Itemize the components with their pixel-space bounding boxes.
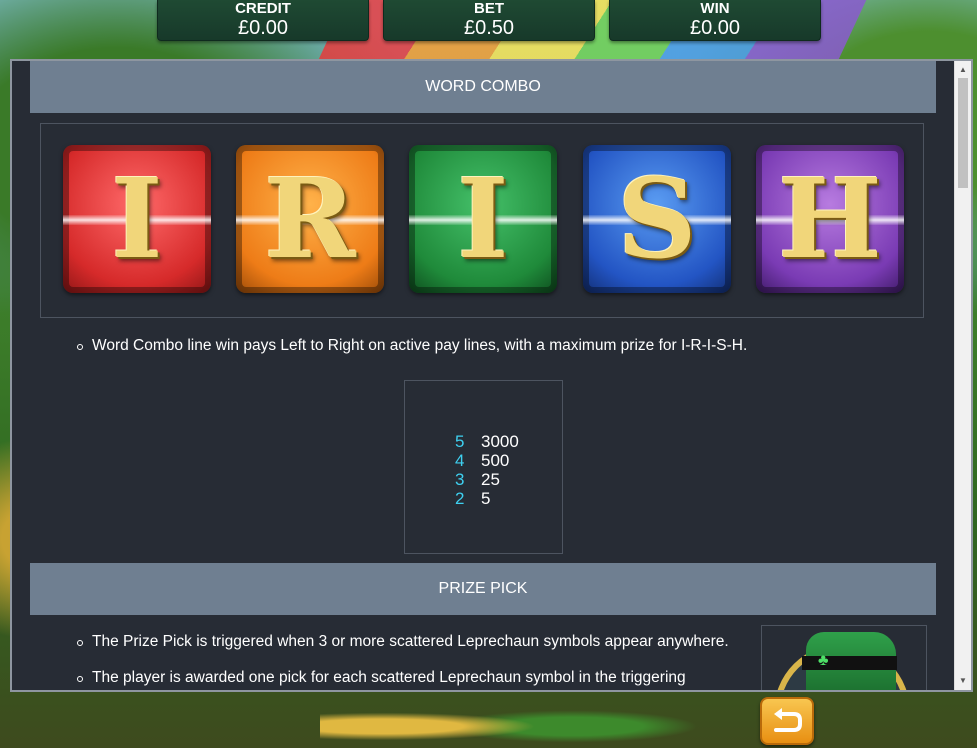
prize-pick-header: PRIZE PICK [30, 563, 936, 615]
paytable-row: 4 500 [455, 451, 509, 470]
credit-value: £0.00 [237, 17, 289, 39]
back-button[interactable] [760, 697, 814, 745]
word-combo-header: WORD COMBO [30, 61, 936, 113]
scroll-up-arrow-icon[interactable]: ▲ [955, 63, 971, 77]
win-display: WIN £0.00 [609, 0, 821, 41]
paytable-amount: 3000 [481, 432, 519, 451]
prize-pick-bullet: The player is awarded one pick for each … [77, 667, 762, 689]
return-arrow-icon [774, 708, 802, 732]
word-combo-text: Word Combo line win pays Left to Right o… [92, 337, 748, 354]
tile-letter: H [778, 154, 882, 283]
scroll-down-arrow-icon[interactable]: ▼ [955, 674, 971, 688]
win-label: WIN [700, 0, 730, 17]
tile-h-purple: H [756, 145, 904, 293]
paytable-amount: 500 [481, 451, 510, 470]
tile-s-blue: S [583, 145, 731, 293]
bet-label: BET [474, 0, 504, 17]
word-combo-description: Word Combo line win pays Left to Right o… [77, 335, 912, 357]
irish-tiles: I R I S H [40, 123, 924, 318]
gold-coins-decoration [320, 694, 740, 748]
bet-display: BET £0.50 [383, 0, 595, 41]
bullet-icon [77, 344, 83, 350]
credit-label: CREDIT [235, 0, 291, 17]
paytable-amount: 5 [481, 489, 491, 508]
paytable-row: 3 25 [455, 470, 500, 489]
word-combo-paytable: 5 3000 4 500 3 25 25 [404, 380, 563, 554]
prize-pick-bullet: The Prize Pick is triggered when 3 or mo… [77, 631, 762, 653]
paytable-row: 25 [455, 489, 490, 508]
tile-r-orange: R [236, 145, 384, 293]
prize-pick-text: The player is awarded one pick for each … [92, 669, 686, 686]
tile-letter: R [264, 154, 356, 283]
paytable-count: 5 [455, 432, 465, 451]
paytable-amount: 25 [481, 470, 500, 489]
paytable-count: 3 [455, 470, 465, 489]
win-value: £0.00 [689, 17, 741, 39]
hat-band [802, 656, 897, 670]
tile-letter: I [111, 154, 163, 283]
bullet-icon [77, 676, 83, 682]
paytable-count: 4 [455, 451, 465, 470]
clover-icon: ♣ [818, 652, 829, 669]
tile-letter: I [457, 154, 509, 283]
tile-i-green: I [409, 145, 557, 293]
prize-pick-text: The Prize Pick is triggered when 3 or mo… [92, 633, 729, 650]
scrollbar[interactable]: ▲ ▼ [954, 61, 971, 690]
credit-display: CREDIT £0.00 [157, 0, 369, 41]
tile-letter: S [617, 154, 697, 283]
scroll-thumb[interactable] [958, 78, 968, 188]
paytable-panel[interactable]: WORD COMBO I R I S H Word Combo line win… [10, 59, 973, 692]
paytable-row: 5 3000 [455, 432, 519, 451]
leprechaun-hat-icon: ♣ [761, 625, 927, 690]
bet-value: £0.50 [463, 17, 515, 39]
bullet-icon [77, 640, 83, 646]
paytable-count: 2 [455, 489, 465, 508]
tile-i-red: I [63, 145, 211, 293]
